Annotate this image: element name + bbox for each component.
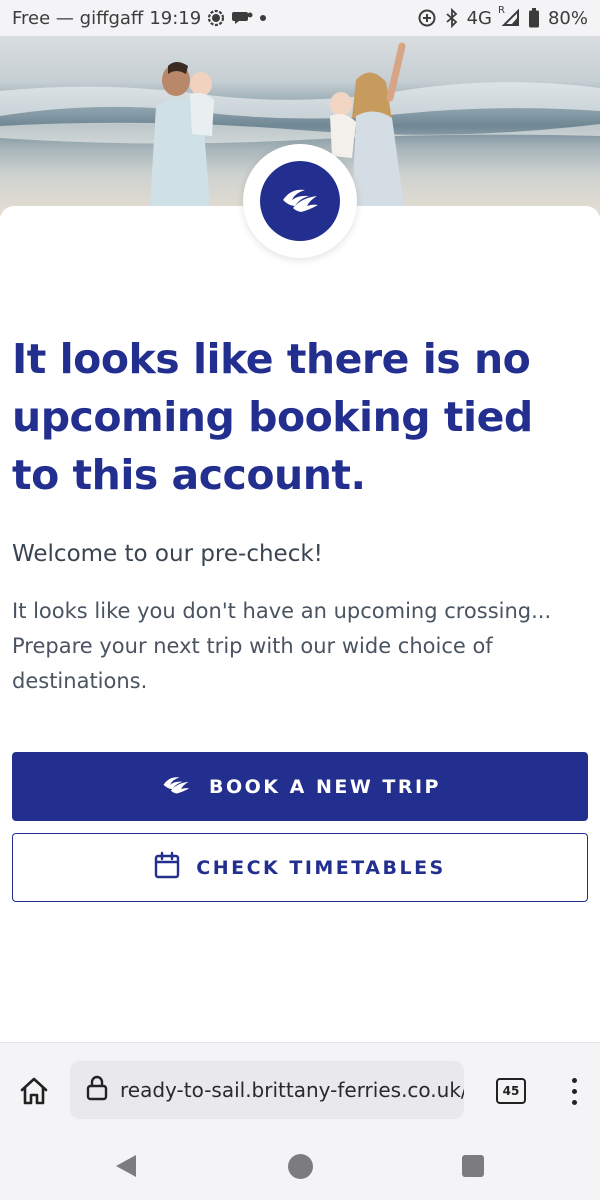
page-title: It looks like there is no upcoming booki… bbox=[12, 335, 533, 499]
dot-icon bbox=[259, 14, 267, 22]
lock-icon bbox=[86, 1075, 108, 1105]
book-new-trip-label: BOOK A NEW TRIP bbox=[209, 775, 441, 798]
status-bar: Free — giffgaff 19:19 4G R 80% bbox=[0, 0, 600, 36]
signal-app-icon bbox=[207, 9, 225, 27]
address-bar[interactable]: ready-to-sail.brittany-ferries.co.uk/r bbox=[70, 1061, 464, 1119]
bluetooth-icon bbox=[445, 8, 459, 28]
data-saver-icon bbox=[417, 8, 437, 28]
clock: 19:19 bbox=[149, 7, 202, 29]
check-timetables-button[interactable]: CHECK TIMETABLES bbox=[12, 833, 588, 902]
roaming-indicator: R bbox=[497, 5, 505, 16]
signal-strength-icon: R bbox=[498, 5, 520, 27]
welcome-subtitle: Welcome to our pre-check! bbox=[12, 541, 323, 567]
home-nav-icon[interactable] bbox=[288, 1154, 313, 1179]
home-icon[interactable] bbox=[16, 1073, 52, 1109]
recents-icon[interactable] bbox=[462, 1155, 484, 1177]
check-timetables-label: CHECK TIMETABLES bbox=[196, 856, 446, 879]
book-new-trip-button[interactable]: BOOK A NEW TRIP bbox=[12, 752, 588, 821]
url-text: ready-to-sail.brittany-ferries.co.uk/r bbox=[120, 1078, 464, 1102]
brand-logo bbox=[243, 144, 357, 258]
carrier-label: Free — giffgaff bbox=[12, 7, 144, 29]
back-icon[interactable] bbox=[114, 1153, 138, 1183]
no-booking-message: It looks like you don't have an upcoming… bbox=[12, 599, 552, 693]
battery-icon bbox=[528, 8, 540, 28]
calendar-icon bbox=[154, 851, 180, 884]
tab-switcher-button[interactable]: 45 bbox=[496, 1078, 526, 1104]
brittany-ferries-wave-icon bbox=[159, 773, 193, 800]
battery-level: 80% bbox=[547, 7, 588, 29]
more-vert-icon[interactable] bbox=[562, 1071, 586, 1111]
chat-notification-icon bbox=[231, 9, 253, 27]
system-nav-bar bbox=[0, 1134, 600, 1200]
browser-toolbar: ready-to-sail.brittany-ferries.co.uk/r 4… bbox=[0, 1042, 600, 1134]
brittany-ferries-wave-icon bbox=[279, 184, 321, 218]
network-type: 4G bbox=[466, 7, 492, 29]
logo-badge bbox=[260, 161, 340, 241]
